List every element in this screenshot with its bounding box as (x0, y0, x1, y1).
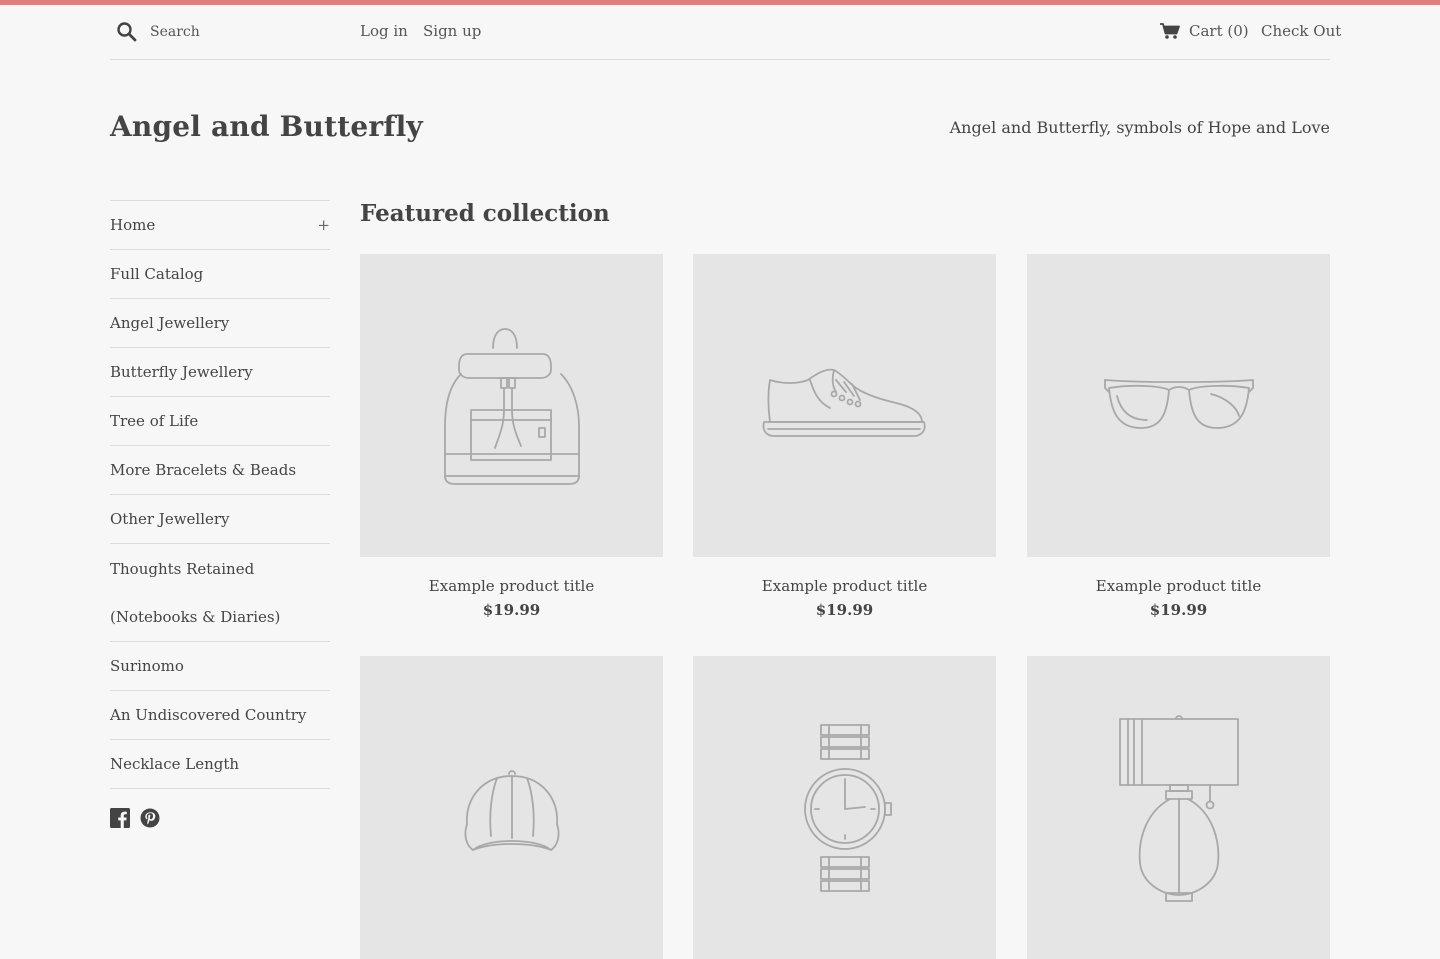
search-icon[interactable] (116, 21, 138, 43)
sidebar-item-butterfly-jewellery[interactable]: Butterfly Jewellery (110, 348, 330, 397)
sidebar-item-surinomo[interactable]: Surinomo (110, 642, 330, 691)
product-title[interactable]: Example product title (693, 577, 996, 595)
product-image[interactable] (693, 656, 996, 959)
pinterest-icon[interactable] (140, 808, 160, 828)
checkout-link[interactable]: Check Out (1261, 22, 1341, 40)
cart-link[interactable]: Cart (0) (1189, 22, 1249, 40)
product-price: $19.99 (482, 601, 541, 619)
search-input[interactable] (150, 19, 330, 45)
sidebar-item-label: Surinomo (110, 657, 184, 675)
product-image[interactable] (360, 656, 663, 959)
store-name[interactable]: Angel and Butterfly (110, 110, 423, 143)
product-price: $19.99 (815, 601, 874, 619)
social-links (110, 808, 160, 828)
sidebar-item-label: Butterfly Jewellery (110, 363, 253, 381)
product-card[interactable]: Example product title $19.99 (360, 254, 663, 619)
product-card[interactable] (1027, 656, 1330, 959)
sidebar-item-label: Angel Jewellery (110, 314, 230, 332)
sidebar-item-label: Full Catalog (110, 265, 204, 283)
facebook-icon[interactable] (110, 808, 130, 828)
sidebar-item-other-jewellery[interactable]: Other Jewellery (110, 495, 330, 544)
header-bar: Log in Sign up Cart (0) Check Out (110, 5, 1341, 60)
sunglasses-icon (1103, 378, 1254, 429)
sidebar-item-label: Necklace Length (110, 755, 240, 773)
product-card[interactable]: Example product title $19.99 (693, 254, 996, 619)
watch-icon (803, 723, 892, 892)
product-image[interactable] (360, 254, 663, 557)
product-title[interactable]: Example product title (360, 577, 663, 595)
sidebar-item-tree-of-life[interactable]: Tree of Life (110, 397, 330, 446)
sidebar-nav: Home + Full Catalog Angel Jewellery Butt… (110, 200, 330, 789)
sidebar-item-label: More Bracelets & Beads (110, 461, 297, 479)
sidebar-item-full-catalog[interactable]: Full Catalog (110, 250, 330, 299)
product-image[interactable] (1027, 656, 1330, 959)
cap-icon (464, 769, 559, 851)
shoe-icon (762, 368, 926, 437)
sidebar-item-bracelets-beads[interactable]: More Bracelets & Beads (110, 446, 330, 495)
product-title[interactable]: Example product title (1027, 577, 1330, 595)
sidebar-item-angel-jewellery[interactable]: Angel Jewellery (110, 299, 330, 348)
expand-icon[interactable]: + (317, 216, 330, 235)
sidebar-item-home[interactable]: Home + (110, 201, 330, 250)
lamp-icon (1118, 714, 1239, 902)
cart-icon[interactable] (1159, 22, 1181, 40)
sidebar-item-label: An Undiscovered Country (110, 706, 307, 724)
sidebar-item-label: Home (110, 216, 156, 234)
product-image[interactable] (693, 254, 996, 557)
product-card[interactable]: Example product title $19.99 (1027, 254, 1330, 619)
login-link[interactable]: Log in (360, 22, 408, 40)
signup-link[interactable]: Sign up (423, 22, 481, 40)
sidebar-item-necklace-length[interactable]: Necklace Length (110, 740, 330, 789)
sidebar-item-thoughts-retained[interactable]: Thoughts Retained (Notebooks & Diaries) (110, 544, 330, 642)
product-price: $19.99 (1149, 601, 1208, 619)
sidebar-item-undiscovered-country[interactable]: An Undiscovered Country (110, 691, 330, 740)
sidebar-item-label: Tree of Life (110, 412, 199, 430)
product-card[interactable] (360, 656, 663, 959)
backpack-icon (443, 327, 580, 485)
section-title: Featured collection (360, 200, 610, 227)
sidebar-item-label: Thoughts Retained (Notebooks & Diaries) (110, 560, 281, 626)
store-tagline: Angel and Butterfly, symbols of Hope and… (949, 118, 1330, 137)
sidebar-item-label: Other Jewellery (110, 510, 230, 528)
product-card[interactable] (693, 656, 996, 959)
product-image[interactable] (1027, 254, 1330, 557)
